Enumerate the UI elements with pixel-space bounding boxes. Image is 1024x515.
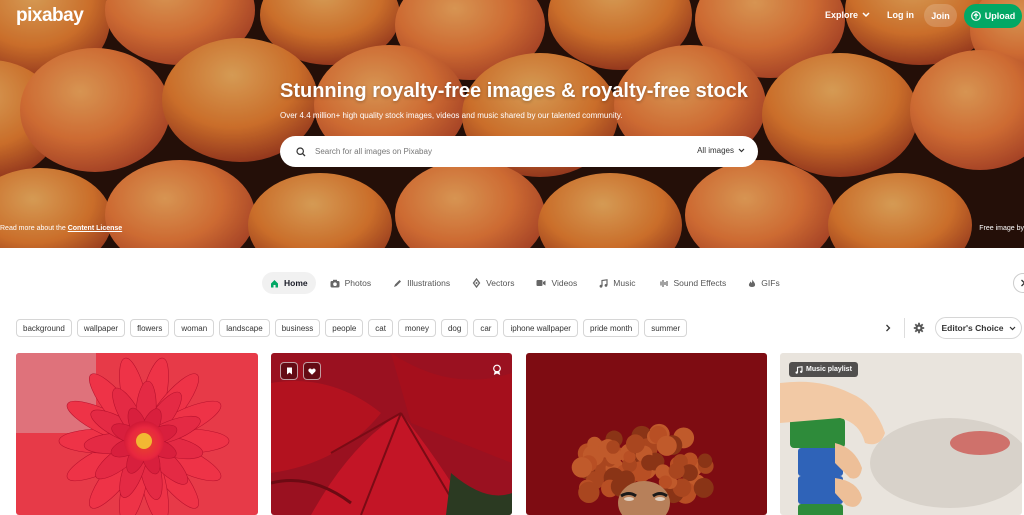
chip-money[interactable]: money [398,319,436,337]
top-navigation: pixabay Explore Log in Join Upload [0,0,1024,34]
tab-label: Vectors [486,278,514,288]
chip-iphone-wallpaper[interactable]: iphone wallpaper [503,319,578,337]
toy-blocks-image [780,353,1022,515]
hero-title: Stunning royalty-free images & royalty-f… [280,80,748,103]
music-playlist-label: Music playlist [806,366,852,373]
like-button[interactable] [303,362,321,380]
gear-icon[interactable] [913,322,925,334]
image-card-dahlia[interactable] [16,353,258,515]
hair-curl-shape [606,440,619,453]
dahlia-flower-image [16,353,258,515]
tab-label: GIFs [761,278,779,288]
hair-curl-shape [626,434,645,453]
hair-curl-shape [694,478,714,498]
hero-overlay [0,0,1024,248]
tab-gifs[interactable]: GIFs [740,272,787,294]
toolbar-divider [904,318,905,338]
waveform-icon [658,279,669,288]
search-bar: All images [280,136,758,167]
chip-pride-month[interactable]: pride month [583,319,639,337]
chevron-right-icon [885,324,891,332]
tab-home[interactable]: Home [262,272,316,294]
license-note: Read more about the Content License [0,225,122,232]
search-input[interactable] [315,147,675,156]
tab-label: Videos [551,278,577,288]
sort-label: Editor's Choice [941,323,1003,333]
gif-icon [748,279,756,288]
hair-curl-shape [572,457,592,477]
free-image-credit[interactable]: Free image by [979,225,1024,232]
tab-label: Photos [345,278,371,288]
image-card-red-leaves[interactable] [271,353,512,515]
chip-landscape[interactable]: landscape [219,319,269,337]
home-icon [270,279,279,288]
tab-label: Sound Effects [674,278,727,288]
search-type-dropdown[interactable]: All images [697,146,745,155]
hair-curl-shape [578,482,599,503]
pen-icon [393,279,402,288]
editors-choice-badge-icon [491,364,503,376]
hair-curl-shape [698,454,712,468]
search-type-label: All images [697,146,734,155]
tab-label: Home [284,278,308,288]
media-type-tabs: Home Photos Illustrations Vectors Videos… [262,272,794,294]
hero-banner: pixabay Explore Log in Join Upload Stunn… [0,0,1024,248]
chips-scroll-right-button[interactable] [880,320,896,336]
chip-business[interactable]: business [275,319,321,337]
chip-people[interactable]: people [325,319,363,337]
chevron-down-icon [862,12,870,18]
tab-illustrations[interactable]: Illustrations [385,272,458,294]
chip-car[interactable]: car [473,319,498,337]
content-license-link[interactable]: Content License [68,225,122,232]
join-button[interactable]: Join [924,4,957,27]
tab-music[interactable]: Music [591,272,643,294]
portrait-image [526,353,767,515]
video-icon [536,279,546,287]
upload-button[interactable]: Upload [964,4,1022,28]
hero-subtitle: Over 4.4 million+ high quality stock ima… [280,111,622,120]
pixabay-logo[interactable]: pixabay [16,5,83,27]
image-card-music-playlist[interactable]: Music playlist [780,353,1022,515]
explore-menu[interactable]: Explore [825,10,870,20]
explore-label: Explore [825,10,858,20]
upload-label: Upload [985,11,1016,21]
chevron-right-icon [1020,279,1024,287]
music-playlist-badge: Music playlist [789,362,858,377]
image-card-portrait[interactable] [526,353,767,515]
hair-curl-shape [669,463,685,479]
tab-photos[interactable]: Photos [322,272,379,294]
chip-wallpaper[interactable]: wallpaper [77,319,125,337]
chevron-down-icon [738,148,745,153]
search-suggestion-chips: background wallpaper flowers woman lands… [16,319,687,337]
tab-videos[interactable]: Videos [528,272,585,294]
tab-vectors[interactable]: Vectors [464,272,522,294]
login-link[interactable]: Log in [887,10,914,20]
vector-icon [472,278,481,288]
music-icon [795,366,803,374]
chip-flowers[interactable]: flowers [130,319,169,337]
tabs-scroll-right-button[interactable] [1013,273,1024,293]
camera-icon [330,279,340,288]
heart-icon [308,368,316,375]
tab-label: Illustrations [407,278,450,288]
search-icon[interactable] [296,147,306,157]
sort-dropdown[interactable]: Editor's Choice [935,317,1022,339]
bookmark-icon [286,367,293,375]
music-icon [599,279,608,288]
hair-curl-shape [657,436,677,456]
chip-background[interactable]: background [16,319,72,337]
hair-curl-shape [641,455,657,471]
tab-sound-effects[interactable]: Sound Effects [650,272,735,294]
chip-woman[interactable]: woman [174,319,214,337]
chevron-down-icon [1009,326,1016,331]
chip-dog[interactable]: dog [441,319,468,337]
chip-cat[interactable]: cat [368,319,393,337]
bookmark-button[interactable] [280,362,298,380]
tab-label: Music [613,278,635,288]
chip-summer[interactable]: summer [644,319,687,337]
license-prefix: Read more about the [0,225,68,232]
upload-icon [971,11,981,21]
